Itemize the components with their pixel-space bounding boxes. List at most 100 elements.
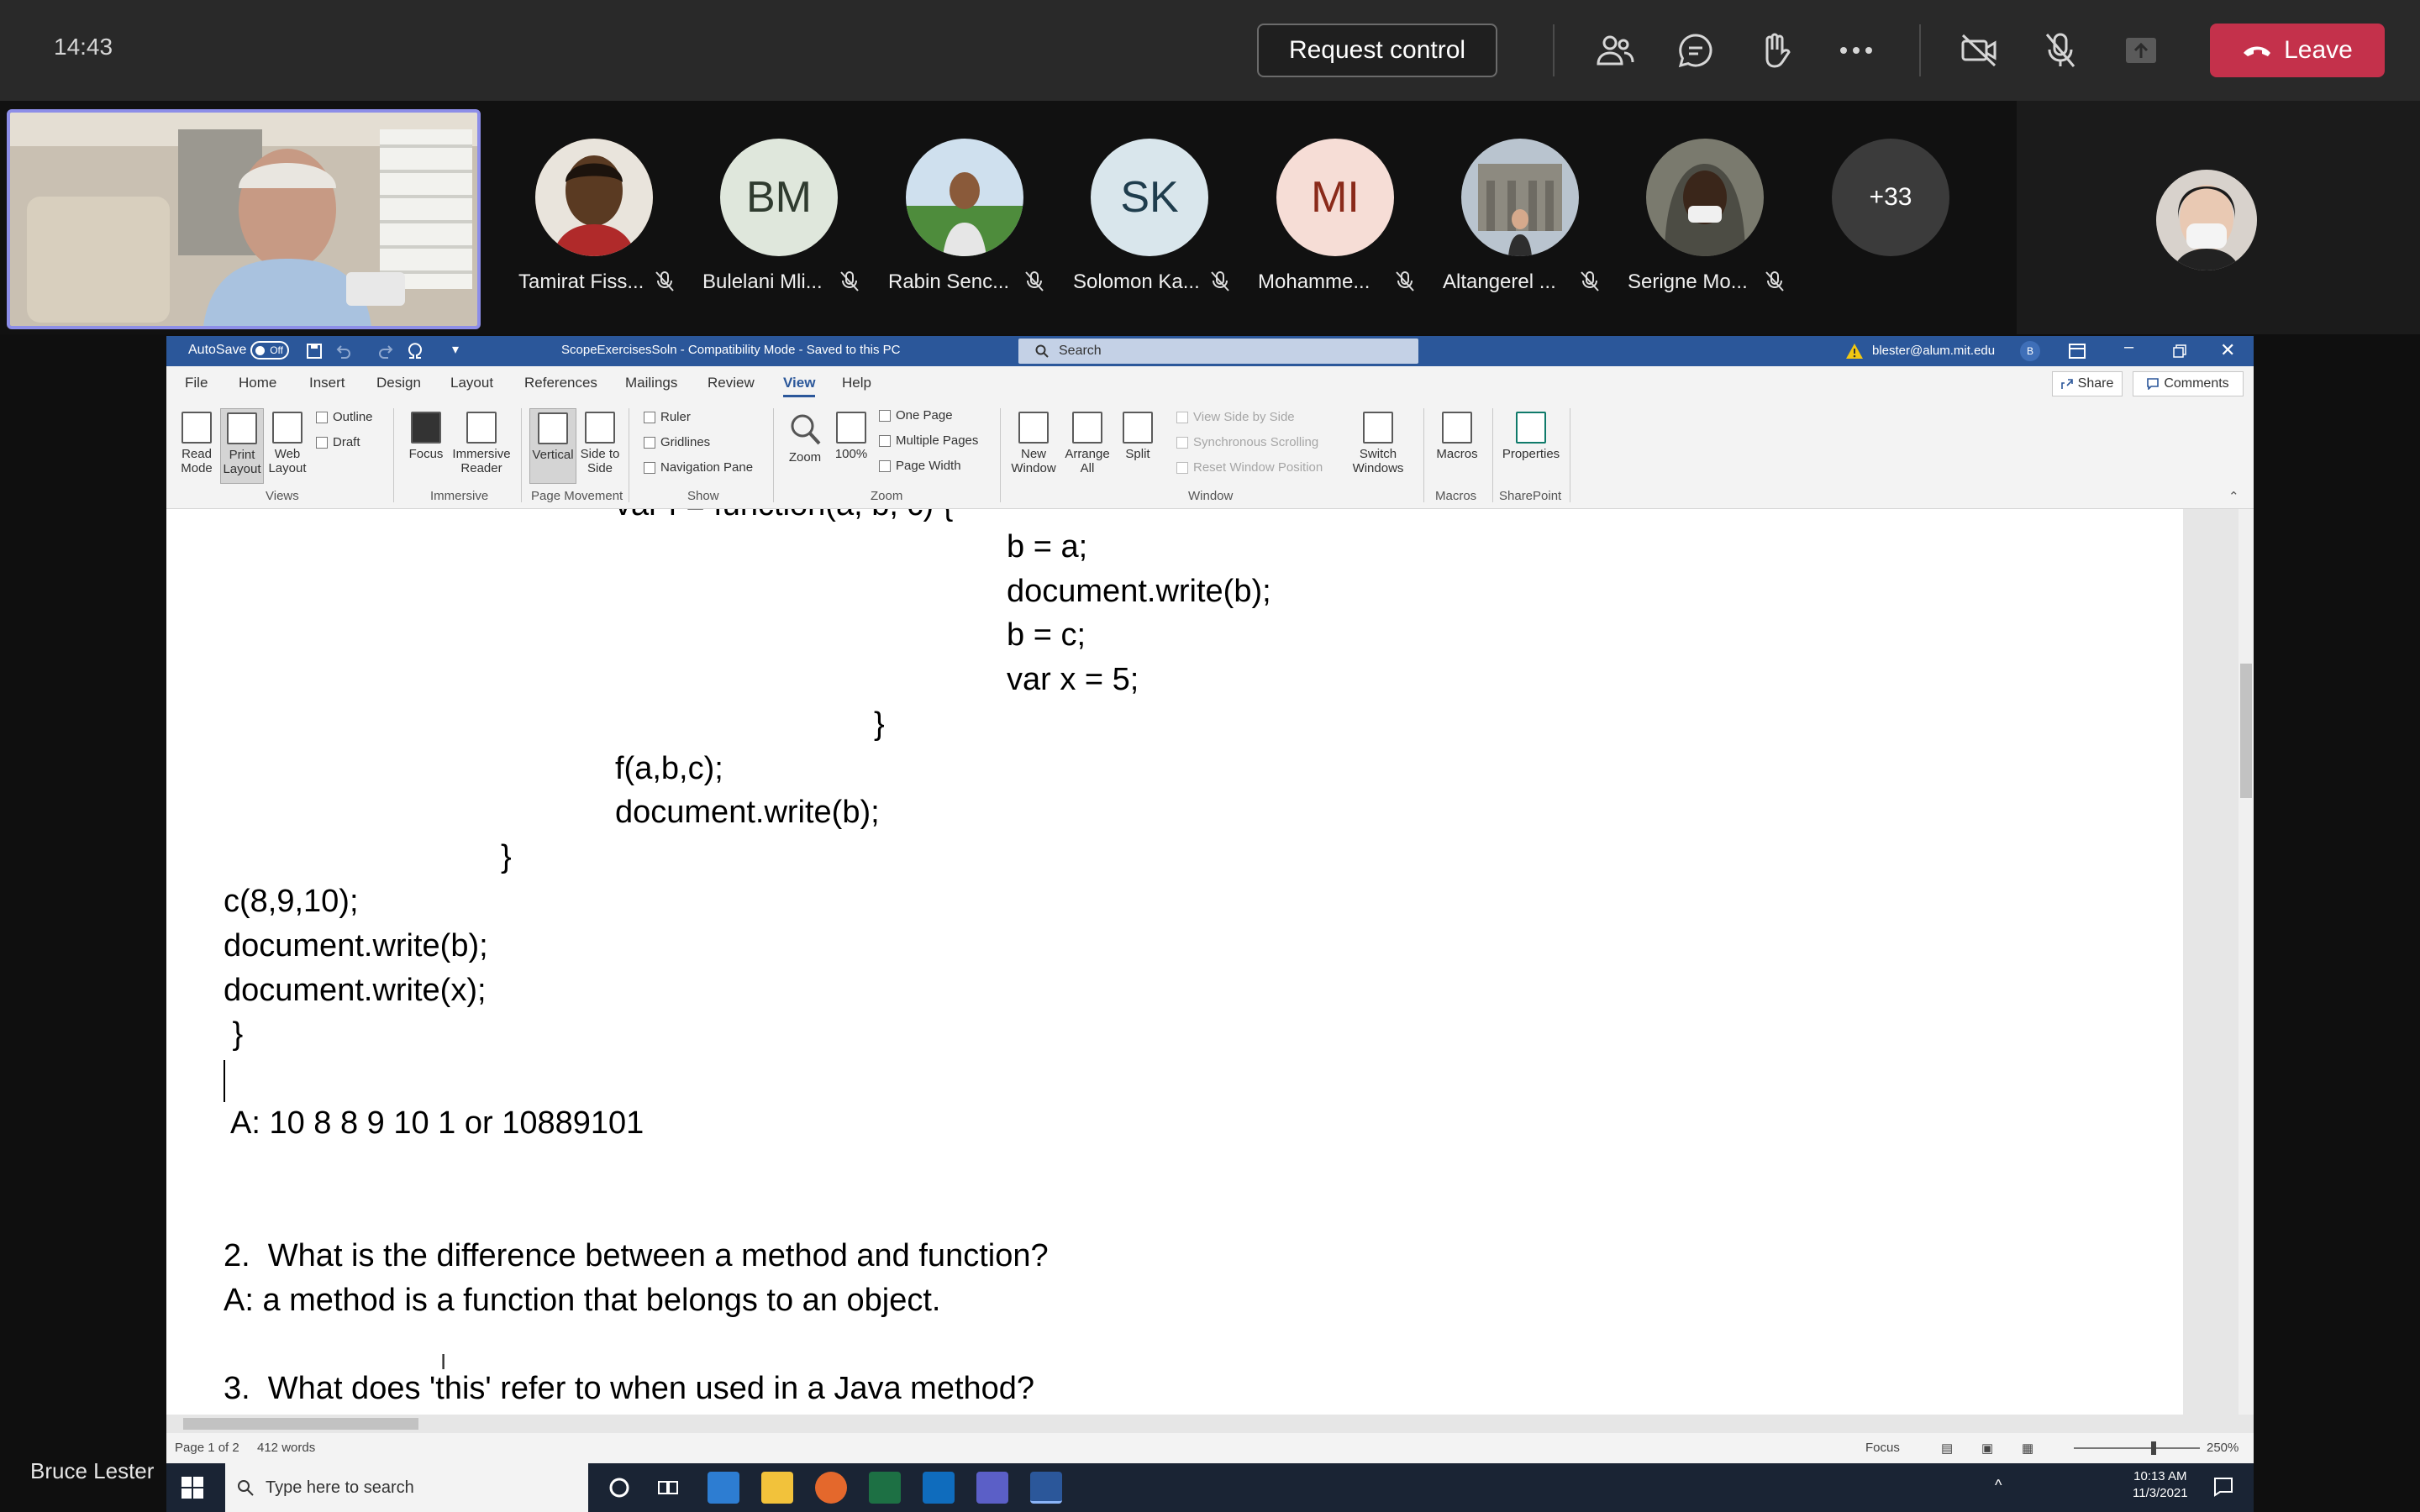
more-participants-button[interactable]: +33 xyxy=(1832,139,1949,256)
zoom-button[interactable]: Zoom xyxy=(783,412,827,465)
request-control-button[interactable]: Request control xyxy=(1257,24,1497,77)
vertical-scrollbar[interactable] xyxy=(2183,509,2254,1415)
participant-avatar[interactable]: SK xyxy=(1091,139,1208,256)
firefox-icon[interactable] xyxy=(815,1472,847,1504)
close-icon[interactable]: ✕ xyxy=(2220,339,2235,361)
gridlines-checkbox[interactable]: Gridlines xyxy=(644,435,710,449)
collapse-ribbon-icon[interactable]: ⌃ xyxy=(2228,489,2239,504)
leave-button[interactable]: Leave xyxy=(2210,24,2385,77)
tab-mailings[interactable]: Mailings xyxy=(625,375,677,391)
redo-icon[interactable] xyxy=(378,343,395,360)
outlook-icon[interactable] xyxy=(923,1472,955,1504)
people-icon[interactable] xyxy=(1591,27,1639,74)
account-email[interactable]: blester@alum.mit.edu xyxy=(1872,344,1995,358)
teams-icon[interactable] xyxy=(976,1472,1008,1504)
side-to-side-button[interactable]: Side to Side xyxy=(580,412,620,475)
ribbon-display-options-icon[interactable] xyxy=(2069,344,2086,359)
focus-button[interactable]: Focus xyxy=(405,412,447,461)
ruler-checkbox[interactable]: Ruler xyxy=(644,410,691,424)
properties-button[interactable]: Properties xyxy=(1499,412,1563,461)
mic-off-icon[interactable] xyxy=(2037,27,2084,74)
more-options-icon[interactable] xyxy=(1833,27,1880,74)
word-taskbar-icon[interactable] xyxy=(1030,1472,1062,1504)
navigation-pane-checkbox[interactable]: Navigation Pane xyxy=(644,460,753,475)
tab-references[interactable]: References xyxy=(524,375,597,391)
comments-button[interactable]: Comments xyxy=(2133,371,2244,396)
participant-avatar[interactable] xyxy=(1646,139,1764,256)
tab-home[interactable]: Home xyxy=(239,375,276,391)
read-mode-button[interactable]: Read Mode xyxy=(178,412,215,475)
zoom-100-button[interactable]: 100% xyxy=(832,412,871,461)
one-page-button[interactable]: One Page xyxy=(879,408,953,423)
focus-mode-button[interactable]: Focus xyxy=(1865,1441,1900,1455)
minimize-icon[interactable]: – xyxy=(2124,338,2133,357)
cortana-icon[interactable] xyxy=(608,1477,630,1499)
tab-view[interactable]: View xyxy=(783,375,816,397)
tab-help[interactable]: Help xyxy=(842,375,871,391)
tab-design[interactable]: Design xyxy=(376,375,421,391)
arrange-all-button[interactable]: Arrange All xyxy=(1062,412,1113,475)
participant-avatar[interactable]: BM xyxy=(720,139,838,256)
print-layout-button[interactable]: Print Layout xyxy=(220,408,264,484)
split-button[interactable]: Split xyxy=(1118,412,1158,461)
taskbar-clock[interactable]: 10:13 AM 11/3/2021 xyxy=(2133,1468,2188,1502)
scroll-track[interactable] xyxy=(2238,509,2254,1415)
file-explorer-icon[interactable] xyxy=(761,1472,793,1504)
page-width-button[interactable]: Page Width xyxy=(879,459,961,473)
horizontal-scrollbar[interactable] xyxy=(166,1415,2254,1433)
word-search-box[interactable]: Search xyxy=(1018,339,1418,364)
switch-windows-button[interactable]: Switch Windows xyxy=(1343,412,1413,475)
zoom-slider-thumb[interactable] xyxy=(2151,1441,2156,1455)
camera-off-icon[interactable] xyxy=(1956,27,2003,74)
immersive-reader-button[interactable]: Immersive Reader xyxy=(450,412,513,475)
customize-qat-icon[interactable]: ▾ xyxy=(452,341,459,358)
vertical-button[interactable]: Vertical xyxy=(529,408,576,484)
read-mode-view-icon[interactable]: ▤ xyxy=(1941,1441,1953,1456)
taskbar-search[interactable]: Type here to search xyxy=(225,1463,588,1512)
task-view-icon[interactable] xyxy=(657,1477,679,1499)
undo-icon[interactable] xyxy=(334,343,351,360)
omega-icon[interactable] xyxy=(407,343,424,360)
notifications-icon[interactable] xyxy=(2213,1477,2233,1497)
participant-avatar[interactable] xyxy=(906,139,1023,256)
tray-overflow-icon[interactable]: ^ xyxy=(1995,1477,2002,1494)
draft-button[interactable]: Draft xyxy=(316,435,360,449)
new-window-button[interactable]: New Window xyxy=(1008,412,1059,475)
restore-icon[interactable] xyxy=(2173,344,2186,358)
presenter-video-tile[interactable] xyxy=(7,109,481,329)
view-side-by-side-button[interactable]: View Side by Side xyxy=(1176,410,1295,424)
tab-file[interactable]: File xyxy=(185,375,208,391)
zoom-level[interactable]: 250% xyxy=(2207,1441,2238,1455)
share-tray-icon[interactable] xyxy=(2118,27,2165,74)
chat-icon[interactable] xyxy=(1672,27,1719,74)
scroll-thumb[interactable] xyxy=(183,1418,418,1430)
multiple-pages-button[interactable]: Multiple Pages xyxy=(879,433,978,448)
share-button[interactable]: Share xyxy=(2052,371,2123,396)
account-avatar[interactable]: B xyxy=(2020,341,2040,361)
windows-start-icon[interactable] xyxy=(182,1477,203,1499)
save-icon[interactable] xyxy=(306,343,323,360)
tab-layout[interactable]: Layout xyxy=(450,375,493,391)
tab-insert[interactable]: Insert xyxy=(309,375,345,391)
participant-avatar[interactable] xyxy=(535,139,653,256)
outline-button[interactable]: Outline xyxy=(316,410,373,424)
macros-button[interactable]: Macros xyxy=(1432,412,1482,461)
document-page[interactable]: var f = function(a, b, c) { b = a; docum… xyxy=(166,509,2183,1415)
reset-window-position-button[interactable]: Reset Window Position xyxy=(1176,460,1323,475)
print-layout-view-icon[interactable]: ▣ xyxy=(1981,1441,1993,1456)
mail-icon[interactable] xyxy=(708,1472,739,1504)
participant-video-tile[interactable] xyxy=(2156,170,2257,270)
word-count[interactable]: 412 words xyxy=(257,1441,315,1455)
scroll-thumb[interactable] xyxy=(2240,664,2252,798)
excel-icon[interactable] xyxy=(869,1472,901,1504)
zoom-slider[interactable] xyxy=(2074,1441,2200,1455)
raise-hand-icon[interactable] xyxy=(1752,27,1799,74)
web-layout-view-icon[interactable]: ▦ xyxy=(2022,1441,2033,1456)
web-layout-button[interactable]: Web Layout xyxy=(267,412,308,475)
participant-avatar[interactable] xyxy=(1461,139,1579,256)
autosave-toggle[interactable]: Off xyxy=(250,341,289,360)
tab-review[interactable]: Review xyxy=(708,375,755,391)
page-count[interactable]: Page 1 of 2 xyxy=(175,1441,239,1455)
participant-avatar[interactable]: MI xyxy=(1276,139,1394,256)
synchronous-scrolling-button[interactable]: Synchronous Scrolling xyxy=(1176,435,1318,449)
